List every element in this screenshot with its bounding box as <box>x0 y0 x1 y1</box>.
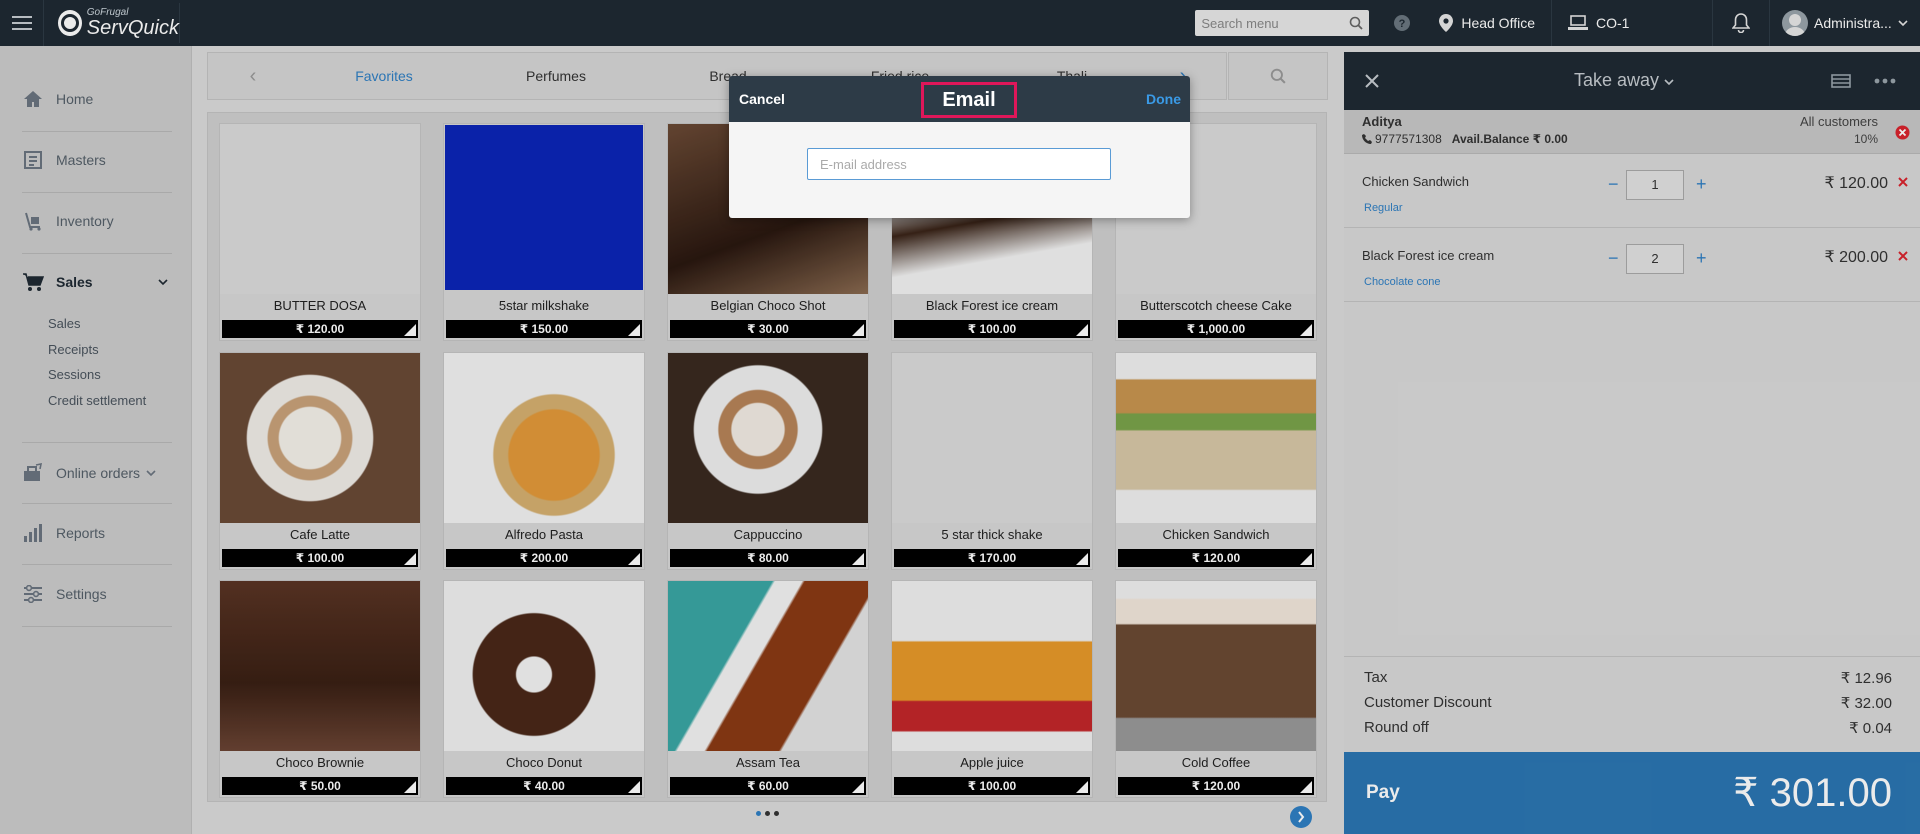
dialog-title: Email <box>921 82 1017 118</box>
email-field[interactable] <box>807 148 1111 180</box>
done-button[interactable]: Done <box>1146 91 1181 107</box>
cancel-button[interactable]: Cancel <box>739 91 785 107</box>
email-dialog-header: Cancel Email Done <box>729 76 1190 122</box>
email-dialog: Cancel Email Done <box>729 76 1190 218</box>
